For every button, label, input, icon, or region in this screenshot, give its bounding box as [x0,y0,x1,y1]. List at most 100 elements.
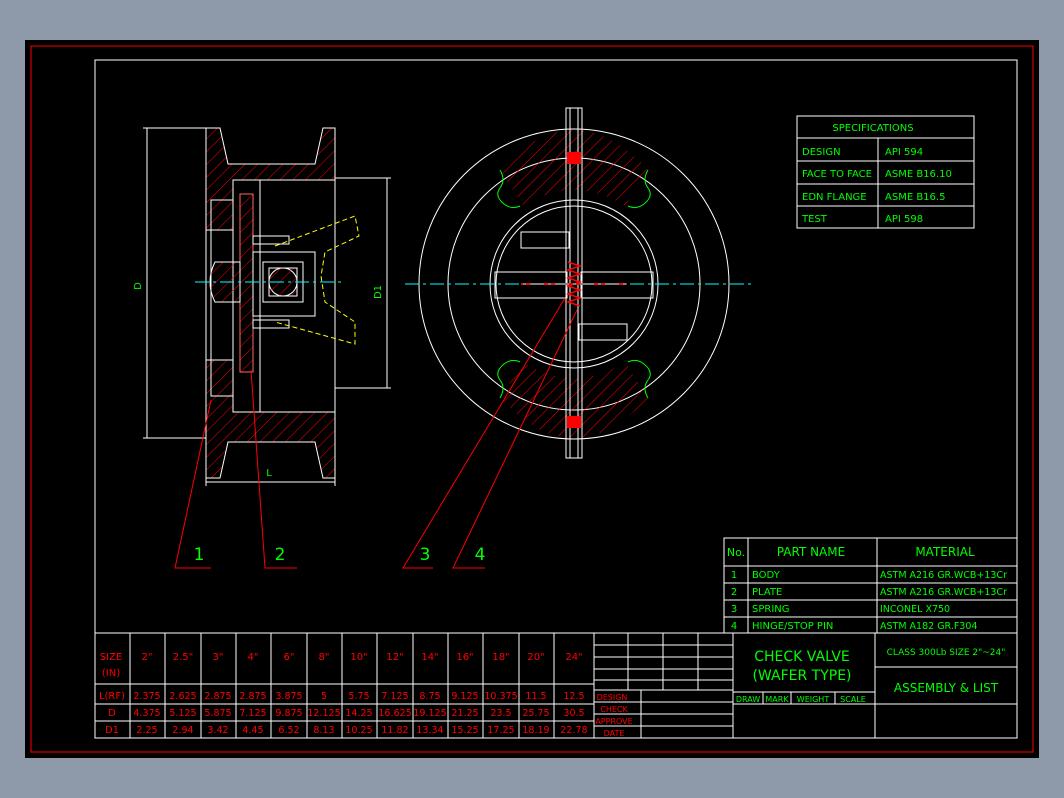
drawing-name: ASSEMBLY & LIST [894,681,999,695]
signoff-check: CHECK [600,705,628,714]
part-material-4: ASTM A182 GR.F304 [880,621,977,632]
parts-header-no: No. [727,546,745,559]
size-table-grid [95,633,594,738]
size-cell: 5 [321,691,327,702]
spec-val-face: ASME B16.10 [885,169,952,180]
size-cell: 7.125 [381,691,408,702]
spec-val-flange: ASME B16.5 [885,192,945,203]
size-cell: 5.75 [348,691,369,702]
parts-header-material: MATERIAL [915,545,975,559]
dim-label-l: L [266,468,272,479]
spec-val-design: API 594 [885,147,923,158]
size-col-header: 6" [284,652,295,663]
part-no-3: 3 [731,604,737,615]
balloon-2: 2 [275,545,286,565]
part-material-3: INCONEL X750 [880,604,950,615]
dim-label-d: D [133,282,144,290]
size-cell: 4.45 [242,725,263,736]
size-cell: 2.875 [204,691,231,702]
size-cell: 11.82 [381,725,408,736]
size-cell: 2.94 [172,725,193,736]
part-name-3: SPRING [752,604,790,615]
part-name-1: BODY [752,570,781,581]
size-cell: 17.25 [487,725,514,736]
part-material-2: ASTM A216 GR.WCB+13Cr [880,587,1007,598]
side-section-view: D D1 L [133,127,391,486]
part-no-4: 4 [731,621,737,632]
part-name-2: PLATE [752,587,782,598]
size-cell: 21.25 [451,708,478,719]
size-cell: 19.125 [413,708,446,719]
size-cell: 22.78 [560,725,587,736]
size-col-header: 18" [492,652,509,663]
size-col-header: 8" [319,652,330,663]
size-cell: 8.75 [419,691,440,702]
size-cell: 12.5 [563,691,584,702]
size-cell: 15.25 [451,725,478,736]
size-col-header: 20" [527,652,544,663]
size-header-line2: (IN) [102,668,120,679]
size-col-header: 14" [421,652,438,663]
signoff-approve: APPROVE [595,717,632,726]
spec-val-test: API 598 [885,214,923,225]
part-no-1: 1 [731,570,737,581]
front-view [405,107,755,459]
size-cell: 11.5 [525,691,546,702]
size-cell: 13.34 [416,725,443,736]
size-cell: 12.125 [307,708,340,719]
size-cell: 23.5 [490,708,511,719]
title-small-mark: MARK [765,695,789,704]
body-upper-section [205,127,336,231]
size-cell: 2.25 [136,725,157,736]
size-cell: 10.25 [345,725,372,736]
size-row-label: D [108,708,116,719]
signoff-date: DATE [604,729,625,738]
size-col-header: 3" [213,652,224,663]
title-small-weight: WEIGHT [797,695,830,704]
size-row-label: L(RF) [99,691,125,702]
title-line-1: CHECK VALVE [754,649,850,665]
size-cell: 2.875 [239,691,266,702]
spec-key-flange: EDN FLANGE [802,192,867,203]
size-cell: 5.125 [169,708,196,719]
size-col-header: 12" [386,652,403,663]
plate-section [239,193,254,373]
size-cell: 3.42 [207,725,228,736]
spec-key-face: FACE TO FACE [802,169,872,180]
size-cell: 10.375 [484,691,517,702]
title-small-draw: DRAW [736,695,760,704]
title-block-grid [94,632,1018,739]
size-cell: 16.625 [378,708,411,719]
size-cell: 8.13 [313,725,334,736]
size-cell: 14.25 [345,708,372,719]
size-cell: 7.125 [239,708,266,719]
size-col-header: 10" [350,652,367,663]
front-top-section [500,130,648,206]
spec-key-design: DESIGN [802,147,841,158]
drawing-sheet: D D1 L 1 2 3 4 SPECIFICATIONS DESIGN API… [25,40,1039,758]
specs-title: SPECIFICATIONS [832,123,913,134]
signoff-design: DESIGN [597,693,628,702]
size-col-header: 2" [142,652,153,663]
body-lower-section [205,359,336,479]
size-col-header: 2.5" [173,652,194,663]
size-cell: 4.375 [133,708,160,719]
size-col-header: 16" [456,652,473,663]
balloon-3: 3 [420,545,431,565]
part-name-4: HINGE/STOP PIN [752,621,833,632]
size-cell: 9.875 [275,708,302,719]
size-row-label: D1 [105,725,119,736]
stop-pin-bottom [567,416,581,428]
size-cell: 9.125 [451,691,478,702]
size-cell: 30.5 [563,708,584,719]
stop-pin-top [567,152,581,164]
size-cell: 18.19 [522,725,549,736]
parts-header-name: PART NAME [777,545,845,559]
size-cell: 25.75 [522,708,549,719]
size-cell: 2.625 [169,691,196,702]
dim-label-d1: D1 [373,285,384,299]
title-small-scale: SCALE [840,695,866,704]
balloon-4: 4 [475,545,486,565]
size-col-header: 4" [248,652,259,663]
cad-drawing: D D1 L 1 2 3 4 SPECIFICATIONS DESIGN API… [30,45,1034,753]
